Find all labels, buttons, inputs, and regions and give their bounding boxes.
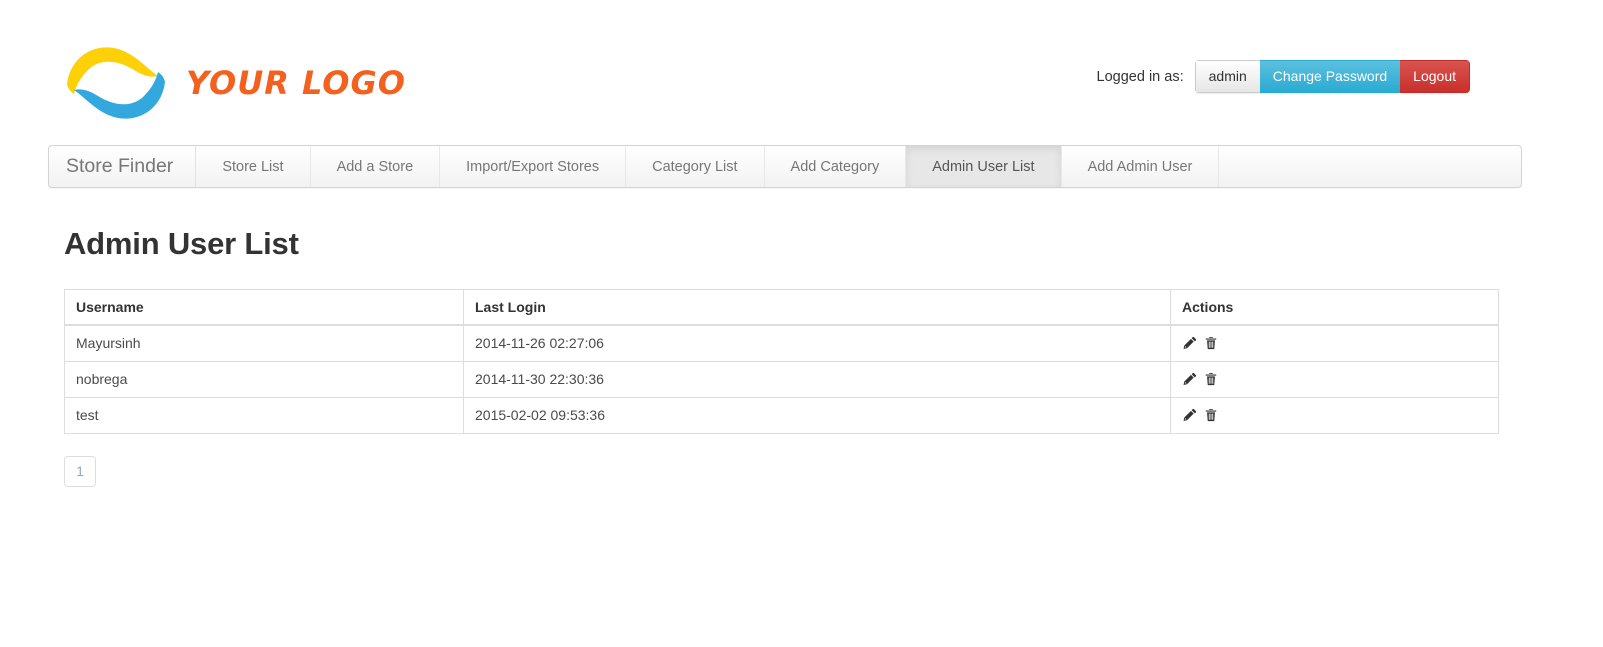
nav-item-import-export-stores[interactable]: Import/Export Stores	[440, 146, 627, 187]
page-root: YOUR LOGO Logged in as: admin Change Pas…	[0, 0, 1603, 647]
cell-actions	[1171, 397, 1499, 433]
cell-username: test	[64, 397, 464, 433]
column-header-actions: Actions	[1170, 289, 1499, 326]
nav-item-add-category[interactable]: Add Category	[765, 146, 907, 187]
nav-item-store-list[interactable]: Store List	[196, 146, 311, 187]
cell-username: Mayursinh	[64, 325, 464, 362]
edit-icon[interactable]	[1182, 408, 1197, 423]
main-content: Admin User List Username Last Login Acti…	[64, 226, 1499, 487]
logged-in-label: Logged in as:	[1096, 68, 1184, 85]
delete-icon[interactable]	[1203, 336, 1218, 351]
row-actions	[1182, 372, 1498, 387]
cell-last-login: 2014-11-26 02:27:06	[463, 325, 1171, 362]
navbar-filler	[1219, 146, 1521, 187]
wave-swoosh-logo-icon	[67, 47, 165, 119]
page-header: YOUR LOGO Logged in as: admin Change Pas…	[64, 0, 1499, 140]
site-logo[interactable]: YOUR LOGO	[64, 42, 406, 124]
delete-icon[interactable]	[1203, 372, 1218, 387]
table-row: Mayursinh 2014-11-26 02:27:06	[64, 325, 1499, 362]
row-actions	[1182, 336, 1498, 351]
table-row: test 2015-02-02 09:53:36	[64, 397, 1499, 433]
pagination: 1	[64, 455, 1499, 487]
nav-item-category-list[interactable]: Category List	[626, 146, 765, 187]
column-header-last-login: Last Login	[463, 289, 1171, 326]
column-header-username: Username	[64, 289, 464, 326]
cell-last-login: 2015-02-02 09:53:36	[463, 397, 1171, 433]
table-header-row: Username Last Login Actions	[64, 289, 1499, 326]
edit-icon[interactable]	[1182, 336, 1197, 351]
navbar-brand[interactable]: Store Finder	[49, 146, 197, 187]
account-button-group: admin Change Password Logout	[1194, 60, 1470, 93]
main-navbar: Store Finder Store List Add a Store Impo…	[48, 145, 1522, 188]
table-body: Mayursinh 2014-11-26 02:27:06 nobrega 20…	[64, 325, 1499, 433]
current-user-button[interactable]: admin	[1194, 60, 1260, 93]
page-title: Admin User List	[64, 226, 299, 261]
change-password-button[interactable]: Change Password	[1259, 60, 1401, 93]
cell-username: nobrega	[64, 361, 464, 398]
table-head: Username Last Login Actions	[64, 289, 1499, 326]
pagination-page-1[interactable]: 1	[64, 455, 96, 487]
nav-item-add-a-store[interactable]: Add a Store	[311, 146, 441, 187]
delete-icon[interactable]	[1203, 408, 1218, 423]
cell-last-login: 2014-11-30 22:30:36	[463, 361, 1171, 398]
nav-item-admin-user-list[interactable]: Admin User List	[906, 146, 1062, 187]
row-actions	[1182, 408, 1498, 423]
table-row: nobrega 2014-11-30 22:30:36	[64, 361, 1499, 398]
nav-item-add-admin-user[interactable]: Add Admin User	[1062, 146, 1220, 187]
logout-button[interactable]: Logout	[1400, 60, 1470, 93]
logo-text: YOUR LOGO	[186, 64, 406, 102]
login-bar: Logged in as: admin Change Password Logo…	[1097, 60, 1563, 93]
cell-actions	[1170, 325, 1499, 362]
cell-actions	[1170, 361, 1499, 398]
admin-user-table: Username Last Login Actions Mayursinh 20…	[64, 289, 1499, 434]
edit-icon[interactable]	[1182, 372, 1197, 387]
